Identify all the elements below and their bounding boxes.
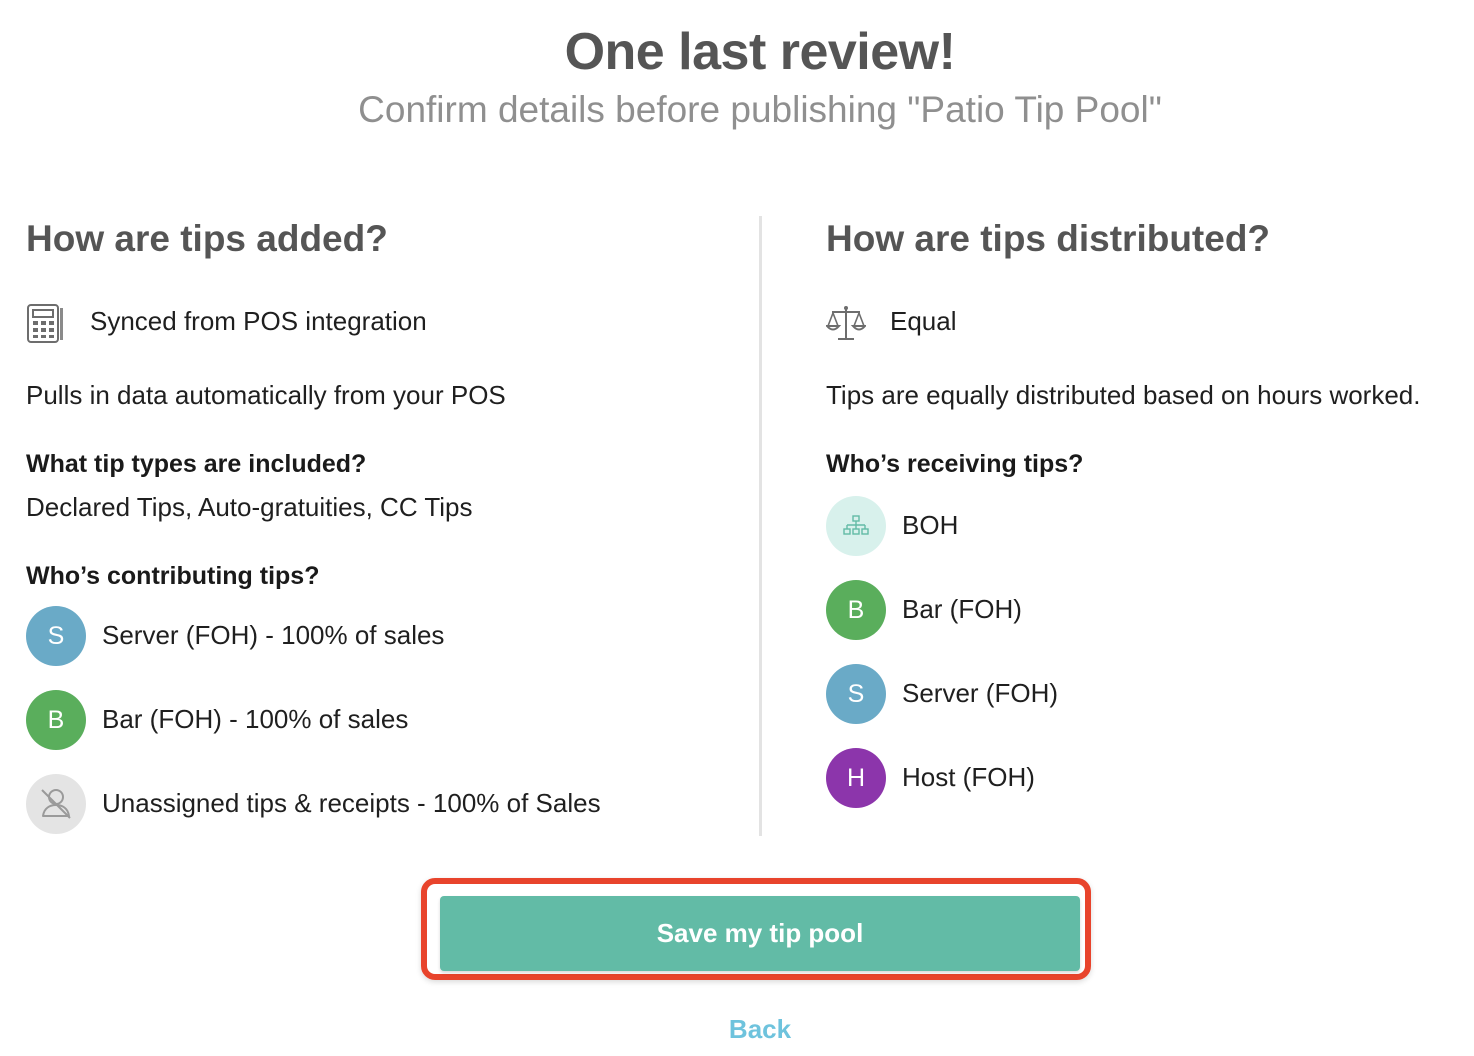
contributor-item: Unassigned tips & receipts - 100% of Sal… xyxy=(26,774,726,836)
receivers-heading: Who’s receiving tips? xyxy=(826,450,1084,478)
contributor-label: Unassigned tips & receipts - 100% of Sal… xyxy=(102,788,601,818)
tip-types-value: Declared Tips, Auto-gratuities, CC Tips xyxy=(26,492,473,522)
receiver-label: Bar (FOH) xyxy=(902,594,1022,624)
contributor-label: Bar (FOH) - 100% of sales xyxy=(102,704,409,734)
avatar: S xyxy=(826,664,886,724)
tips-added-description: Pulls in data automatically from your PO… xyxy=(26,380,506,410)
tips-distributed-method-label: Equal xyxy=(890,306,957,336)
avatar: B xyxy=(26,690,86,750)
contributor-label: Server (FOH) - 100% of sales xyxy=(102,620,445,650)
page-subtitle: Confirm details before publishing "Patio… xyxy=(358,89,1162,130)
tips-distributed-description: Tips are equally distributed based on ho… xyxy=(826,380,1421,410)
tips-distributed-heading: How are tips distributed? xyxy=(826,218,1271,259)
avatar: H xyxy=(826,748,886,808)
receiver-label: Server (FOH) xyxy=(902,678,1058,708)
avatar: S xyxy=(26,606,86,666)
receiver-label: BOH xyxy=(902,510,959,540)
contributor-item: S Server (FOH) - 100% of sales xyxy=(26,606,726,668)
org-chart-icon xyxy=(826,496,886,556)
tip-types-heading: What tip types are included? xyxy=(26,450,367,478)
page-title: One last review! xyxy=(564,23,956,81)
avatar: B xyxy=(826,580,886,640)
contributor-item: B Bar (FOH) - 100% of sales xyxy=(26,690,726,752)
contributors-heading: Who’s contributing tips? xyxy=(26,562,320,590)
receiver-item: BOH xyxy=(826,496,1474,558)
receiver-item: B Bar (FOH) xyxy=(826,580,1474,642)
back-link[interactable]: Back xyxy=(660,1014,860,1045)
column-divider xyxy=(759,216,762,836)
unassigned-user-icon xyxy=(26,774,86,834)
tips-added-heading: How are tips added? xyxy=(26,218,388,259)
pos-terminal-icon xyxy=(26,302,66,344)
receiver-item: H Host (FOH) xyxy=(826,748,1474,810)
tips-added-method: Synced from POS integration xyxy=(26,300,666,346)
tips-added-method-label: Synced from POS integration xyxy=(90,306,427,336)
receiver-item: S Server (FOH) xyxy=(826,664,1474,726)
tips-distributed-method: Equal xyxy=(824,300,1466,346)
save-tip-pool-button[interactable]: Save my tip pool xyxy=(440,896,1080,971)
balance-scale-icon xyxy=(824,302,868,344)
receiver-label: Host (FOH) xyxy=(902,762,1035,792)
